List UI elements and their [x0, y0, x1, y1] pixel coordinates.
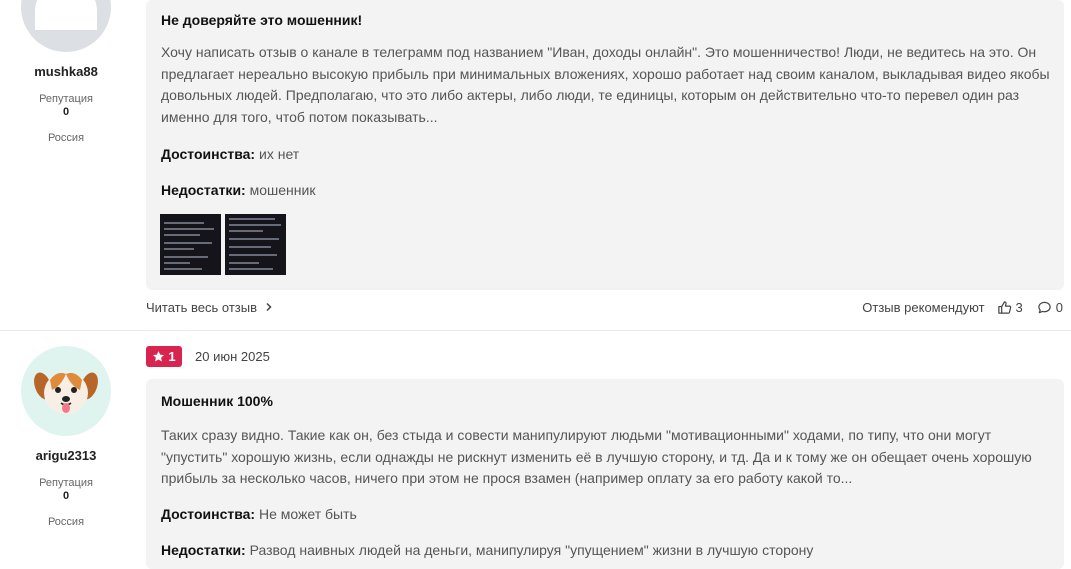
thumbs-up-icon[interactable] [997, 300, 1012, 315]
pros-text: их нет [259, 146, 300, 162]
review-photo[interactable] [160, 214, 221, 275]
review-date: 20 июн 2025 [195, 349, 270, 364]
cons-label: Недостатки: [161, 182, 246, 198]
reviewer-info: mushka88 Репутация 0 Россия [0, 0, 132, 144]
reviewer-country: Россия [47, 132, 85, 144]
review-divider [0, 330, 1071, 331]
reviewer-country: Россия [47, 516, 85, 528]
default-avatar-icon[interactable] [21, 0, 111, 52]
reviewer-name[interactable]: mushka88 [0, 64, 132, 79]
cons-text: Развод наивных людей на деньги, манипули… [249, 542, 814, 558]
review-pros: Достоинства: их нет [161, 146, 299, 162]
pros-label: Достоинства: [161, 146, 256, 162]
comments-count: 0 [1055, 300, 1063, 315]
star-icon [153, 351, 165, 362]
reviewer-name[interactable]: arigu2313 [0, 448, 132, 463]
reviewer-info: arigu2313 Репутация 0 Россия [0, 346, 132, 528]
pros-text: Не может быть [259, 506, 357, 522]
read-full-review-link[interactable]: Читать весь отзыв [146, 300, 274, 315]
dog-avatar-icon[interactable] [21, 346, 111, 436]
read-more-label: Читать весь отзыв [146, 300, 258, 315]
reputation-label: Репутация [39, 93, 93, 105]
review-photo[interactable] [225, 214, 286, 275]
pros-label: Достоинства: [161, 506, 256, 522]
review-content: Мошенник 100% Таких сразу видно. Такие к… [146, 379, 1064, 569]
review-card: mushka88 Репутация 0 Россия Не доверяйте… [0, 0, 1071, 330]
chevron-right-icon [266, 302, 272, 312]
review-pros: Достоинства: Не может быть [161, 506, 357, 522]
reputation-value: 0 [62, 490, 70, 502]
review-title[interactable]: Мошенник 100% [161, 393, 273, 409]
review-text: Хочу написать отзыв о канале в телеграмм… [161, 44, 1050, 125]
likes-count: 3 [1015, 300, 1023, 315]
cons-label: Недостатки: [161, 542, 246, 558]
recommend-label: Отзыв рекомендуют [862, 300, 985, 315]
review-title[interactable]: Не доверяйте это мошенник! [161, 12, 362, 28]
review-cons: Недостатки: мошенник [161, 182, 315, 198]
rating-badge: 1 [146, 346, 182, 367]
review-cons: Недостатки: Развод наивных людей на день… [161, 542, 813, 558]
reputation-value: 0 [62, 106, 70, 118]
cons-text: мошенник [249, 182, 316, 198]
review-text: Таких сразу видно. Такие как он, без сты… [161, 427, 1032, 486]
rating-value: 1 [168, 349, 176, 364]
comment-icon[interactable] [1037, 300, 1052, 315]
reputation-label: Репутация [39, 477, 93, 489]
review-actions: Отзыв рекомендуют 3 0 [862, 300, 1063, 315]
